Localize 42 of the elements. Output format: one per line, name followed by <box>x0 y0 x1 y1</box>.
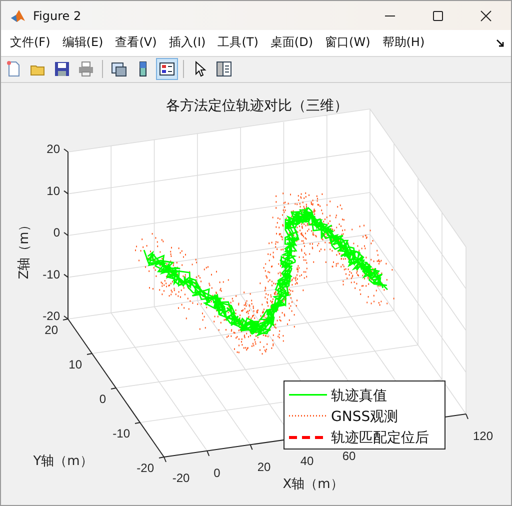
tick-label: 20 <box>46 142 60 156</box>
tick-label: 10 <box>46 184 60 198</box>
tick-label: -20 <box>172 470 190 485</box>
tick-label: 0 <box>53 225 60 240</box>
legend-icon <box>158 60 176 78</box>
tick-label: 40 <box>300 454 314 468</box>
tick-label: -20 <box>42 308 60 323</box>
arrow-icon[interactable] <box>496 39 505 48</box>
menu-item[interactable]: 桌面(D) <box>270 34 314 52</box>
legend-button[interactable] <box>156 58 178 80</box>
tick-label: 60 <box>342 448 356 463</box>
plot-title: 各方法定位轨迹对比（三维） <box>166 98 348 114</box>
windows-icon <box>110 60 128 78</box>
panel-icon <box>215 60 233 78</box>
tick-label: 0 <box>99 392 106 406</box>
menu-item[interactable]: 插入(I) <box>168 34 206 52</box>
maximize-icon[interactable] <box>432 10 444 22</box>
menu-item[interactable]: 查看(V) <box>115 34 157 52</box>
tick-label: -10 <box>42 267 60 282</box>
x-axis-label: X轴（m） <box>282 476 344 492</box>
tick-label: -20 <box>136 460 154 475</box>
tick-label: 20 <box>257 460 271 474</box>
menu-item[interactable]: 工具(T) <box>218 34 258 52</box>
legend-label: GNSS观测 <box>331 408 398 425</box>
tick-label: 10 <box>68 357 82 372</box>
window-title: Figure 2 <box>33 8 82 23</box>
legend-label: 轨迹匹配定位后 <box>331 430 429 446</box>
printer-icon <box>77 60 95 78</box>
tick-label: 0 <box>214 466 220 480</box>
menu-item[interactable]: 窗口(W) <box>325 34 370 52</box>
y-axis-label: Y轴（m） <box>33 454 93 469</box>
menu-item[interactable]: 文件(F) <box>10 34 50 52</box>
close-icon[interactable] <box>480 10 492 22</box>
menu-item[interactable]: 编辑(E) <box>62 34 104 52</box>
z-axis-label: Z轴（m） <box>17 218 32 280</box>
tick-label: 120 <box>472 428 494 443</box>
app-icon <box>10 8 26 24</box>
tick-label: -10 <box>112 426 130 440</box>
menu-item[interactable]: 帮助(H) <box>382 34 425 52</box>
legend-label: 轨迹真值 <box>331 388 387 404</box>
tick-label: 20 <box>44 322 58 337</box>
save-icon <box>53 60 71 78</box>
